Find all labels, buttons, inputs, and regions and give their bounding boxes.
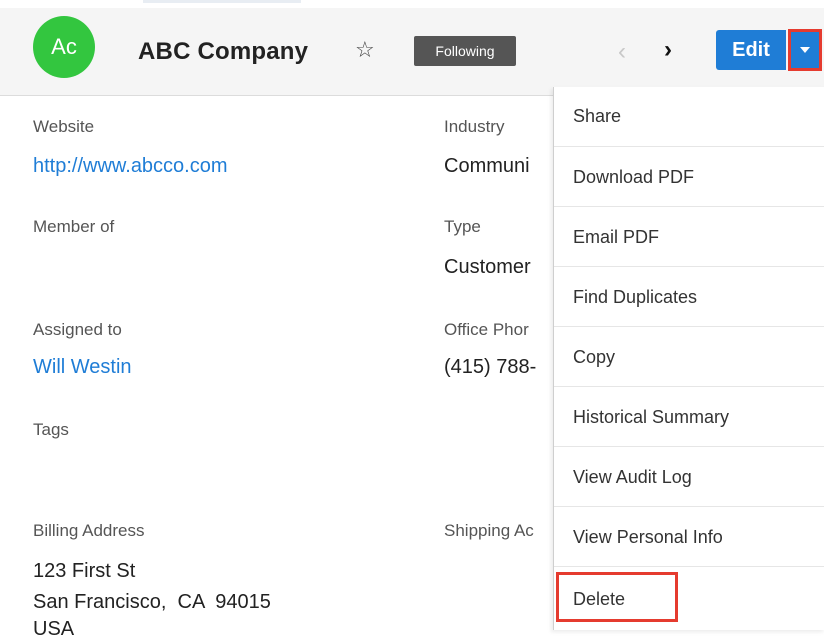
menu-item-view-audit-log[interactable]: View Audit Log bbox=[554, 447, 824, 507]
billing-street: 123 First St bbox=[33, 560, 136, 582]
actions-dropdown-button[interactable] bbox=[788, 29, 822, 71]
menu-item-share[interactable]: Share bbox=[554, 87, 824, 147]
edit-button[interactable]: Edit bbox=[716, 30, 786, 70]
chevron-left-icon[interactable]: ‹ bbox=[618, 38, 626, 66]
caret-down-icon bbox=[800, 47, 810, 53]
top-strip bbox=[0, 0, 824, 8]
industry-value: Communi bbox=[444, 155, 530, 177]
billing-address-label: Billing Address bbox=[33, 521, 145, 540]
type-label: Type bbox=[444, 217, 481, 236]
menu-item-find-duplicates[interactable]: Find Duplicates bbox=[554, 267, 824, 327]
delete-highlight bbox=[556, 572, 678, 622]
menu-item-historical-summary[interactable]: Historical Summary bbox=[554, 387, 824, 447]
assigned-user-link[interactable]: Will Westin bbox=[33, 356, 132, 379]
company-avatar: Ac bbox=[33, 16, 95, 78]
website-link[interactable]: http://www.abcco.com bbox=[33, 155, 228, 178]
record-header: Ac ABC Company ☆ Following ‹ › Edit bbox=[0, 8, 824, 96]
menu-item-email-pdf[interactable]: Email PDF bbox=[554, 207, 824, 267]
office-phone-label: Office Phor bbox=[444, 320, 529, 339]
office-phone-value: (415) 788- bbox=[444, 356, 537, 378]
member-of-label: Member of bbox=[33, 217, 115, 236]
menu-item-view-personal-info[interactable]: View Personal Info bbox=[554, 507, 824, 567]
industry-label: Industry bbox=[444, 117, 505, 136]
menu-item-download-pdf[interactable]: Download PDF bbox=[554, 147, 824, 207]
page-title: ABC Company bbox=[138, 38, 309, 65]
star-outline-icon[interactable]: ☆ bbox=[355, 37, 375, 63]
tags-label: Tags bbox=[33, 420, 69, 439]
website-label: Website bbox=[33, 117, 95, 136]
type-value: Customer bbox=[444, 256, 531, 278]
menu-item-copy[interactable]: Copy bbox=[554, 327, 824, 387]
actions-menu: Share Download PDF Email PDF Find Duplic… bbox=[553, 87, 824, 630]
following-badge[interactable]: Following bbox=[414, 36, 516, 66]
active-tab-indicator bbox=[143, 0, 301, 3]
chevron-right-icon[interactable]: › bbox=[664, 36, 672, 64]
shipping-address-label: Shipping Ac bbox=[444, 521, 534, 540]
assigned-to-label: Assigned to bbox=[33, 320, 122, 339]
billing-city: San Francisco, CA 94015 bbox=[33, 591, 271, 613]
